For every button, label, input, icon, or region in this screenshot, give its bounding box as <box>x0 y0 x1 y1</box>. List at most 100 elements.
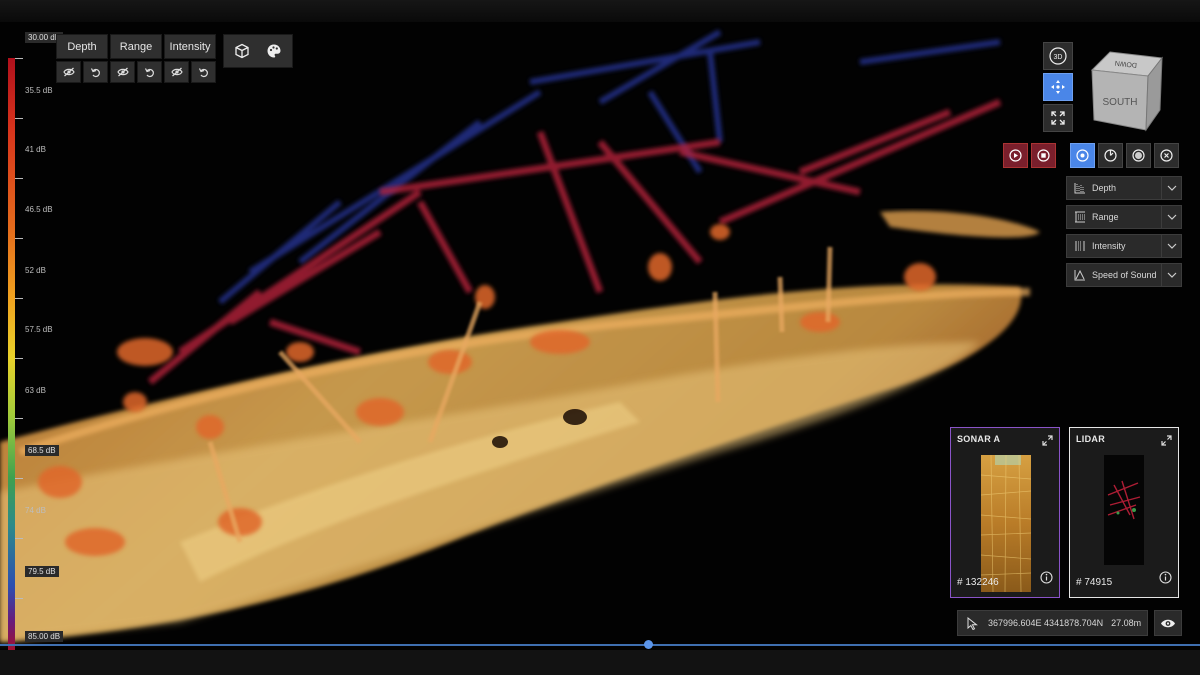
radial-icon <box>1132 149 1145 162</box>
speed-of-sound-dropdown-label: Speed of Sound <box>1092 270 1157 280</box>
reset-depth-button[interactable] <box>83 61 108 83</box>
scale-tick <box>15 538 23 539</box>
view-3d-button[interactable]: 3D <box>1043 42 1073 70</box>
depth-dropdown-label: Depth <box>1092 183 1117 193</box>
timer-button[interactable] <box>1098 143 1123 168</box>
lidar-title: LIDAR <box>1076 434 1105 444</box>
visibility-button[interactable] <box>1154 610 1182 636</box>
scale-label: 74 dB <box>25 506 46 515</box>
info-icon[interactable] <box>1040 571 1053 589</box>
palette-button[interactable] <box>258 35 290 67</box>
sonar-a-title: SONAR A <box>957 434 1001 444</box>
scale-tick <box>15 298 23 299</box>
chevron-down-icon[interactable] <box>1161 264 1181 286</box>
layer-group-range: Range <box>110 34 162 83</box>
sonar-a-thumbnail[interactable]: SONAR A # 132246 <box>950 427 1060 598</box>
close-button[interactable] <box>1154 143 1179 168</box>
chevron-down-icon[interactable] <box>1161 235 1181 257</box>
stop-button[interactable] <box>1031 143 1056 168</box>
depth-icon <box>1071 182 1089 194</box>
scale-label: 63 dB <box>25 386 46 395</box>
point-mode-button[interactable] <box>1070 143 1095 168</box>
layer-dropdowns: Depth Range Intensity Speed of Sound <box>1066 176 1182 287</box>
eye-off-icon <box>62 67 75 77</box>
reset-range-button[interactable] <box>137 61 162 83</box>
cursor-coordinates: 367996.604E 4341878.704N 27.08m <box>957 610 1148 636</box>
play-button[interactable] <box>1003 143 1028 168</box>
scale-tick <box>15 118 23 119</box>
scale-label: 85.00 dB <box>25 631 64 642</box>
fit-view-button[interactable] <box>1043 104 1073 132</box>
scale-label: 46.5 dB <box>25 205 53 214</box>
eye-off-icon <box>170 67 183 77</box>
intensity-dropdown-label: Intensity <box>1092 241 1126 251</box>
scale-label: 35.5 dB <box>25 86 53 95</box>
undo-icon <box>144 67 154 77</box>
eye-icon <box>1161 619 1175 627</box>
info-icon[interactable] <box>1159 571 1172 589</box>
target-icon <box>1076 149 1089 162</box>
cube-front-label: SOUTH <box>1103 97 1138 108</box>
clock-icon <box>1104 149 1117 162</box>
cursor-icon <box>962 616 982 630</box>
range-dropdown[interactable]: Range <box>1066 205 1182 229</box>
position-readout: 367996.604E 4341878.704N <box>988 618 1104 628</box>
layer-group-intensity: Intensity <box>164 34 216 83</box>
radial-button[interactable] <box>1126 143 1151 168</box>
lidar-image <box>1104 455 1144 565</box>
scale-label: 52 dB <box>25 266 46 275</box>
scale-label: 41 dB <box>25 145 46 154</box>
speed-of-sound-icon <box>1071 269 1089 281</box>
scale-tick <box>15 238 23 239</box>
scale-tick <box>15 178 23 179</box>
speed-of-sound-dropdown[interactable]: Speed of Sound <box>1066 263 1182 287</box>
close-icon <box>1160 149 1173 162</box>
navigation-controls: 3D <box>1043 42 1073 132</box>
hide-depth-button[interactable] <box>56 61 81 83</box>
intensity-icon <box>1071 240 1089 252</box>
depth-dropdown[interactable]: Depth <box>1066 176 1182 200</box>
scale-tick <box>15 478 23 479</box>
chevron-down-icon[interactable] <box>1161 206 1181 228</box>
scale-label: 68.5 dB <box>25 445 59 456</box>
cube-view-button[interactable] <box>226 35 258 67</box>
scale-tick <box>15 358 23 359</box>
window-top-frame <box>0 0 1200 22</box>
stop-icon <box>1037 149 1050 162</box>
hide-range-button[interactable] <box>110 61 135 83</box>
eye-off-icon <box>116 67 129 77</box>
layer-toolbar: Depth Range Intensity <box>56 34 216 83</box>
timeline-track[interactable] <box>0 644 1200 646</box>
playback-controls <box>1003 143 1179 168</box>
sonar-image <box>981 455 1031 592</box>
scale-tick <box>15 58 23 59</box>
expand-icon <box>1051 111 1065 125</box>
intensity-dropdown[interactable]: Intensity <box>1066 234 1182 258</box>
depth-layer-button[interactable]: Depth <box>56 34 108 59</box>
pan-button[interactable] <box>1043 73 1073 101</box>
sonar-a-id: # 132246 <box>957 577 999 588</box>
undo-icon <box>90 67 100 77</box>
window-bottom-frame <box>0 650 1200 675</box>
timeline-handle[interactable] <box>643 640 653 649</box>
expand-icon[interactable] <box>1042 433 1053 451</box>
orientation-cube[interactable]: DOWN SOUTH <box>1088 48 1166 132</box>
expand-icon[interactable] <box>1161 433 1172 451</box>
chevron-down-icon[interactable] <box>1161 177 1181 199</box>
intensity-layer-button[interactable]: Intensity <box>164 34 216 59</box>
undo-icon <box>198 67 208 77</box>
lidar-thumbnail[interactable]: LIDAR # 74915 <box>1069 427 1179 598</box>
lidar-id: # 74915 <box>1076 577 1113 588</box>
play-icon <box>1009 149 1022 162</box>
palette-icon <box>267 44 281 58</box>
scale-tick <box>15 598 23 599</box>
layer-group-depth: Depth <box>56 34 108 83</box>
range-icon <box>1071 211 1089 223</box>
move-arrows-icon <box>1051 80 1065 94</box>
hide-intensity-button[interactable] <box>164 61 189 83</box>
reset-intensity-button[interactable] <box>191 61 216 83</box>
scale-tick <box>15 418 23 419</box>
color-scale-bar <box>8 58 15 650</box>
range-layer-button[interactable]: Range <box>110 34 162 59</box>
scale-label: 57.5 dB <box>25 325 53 334</box>
